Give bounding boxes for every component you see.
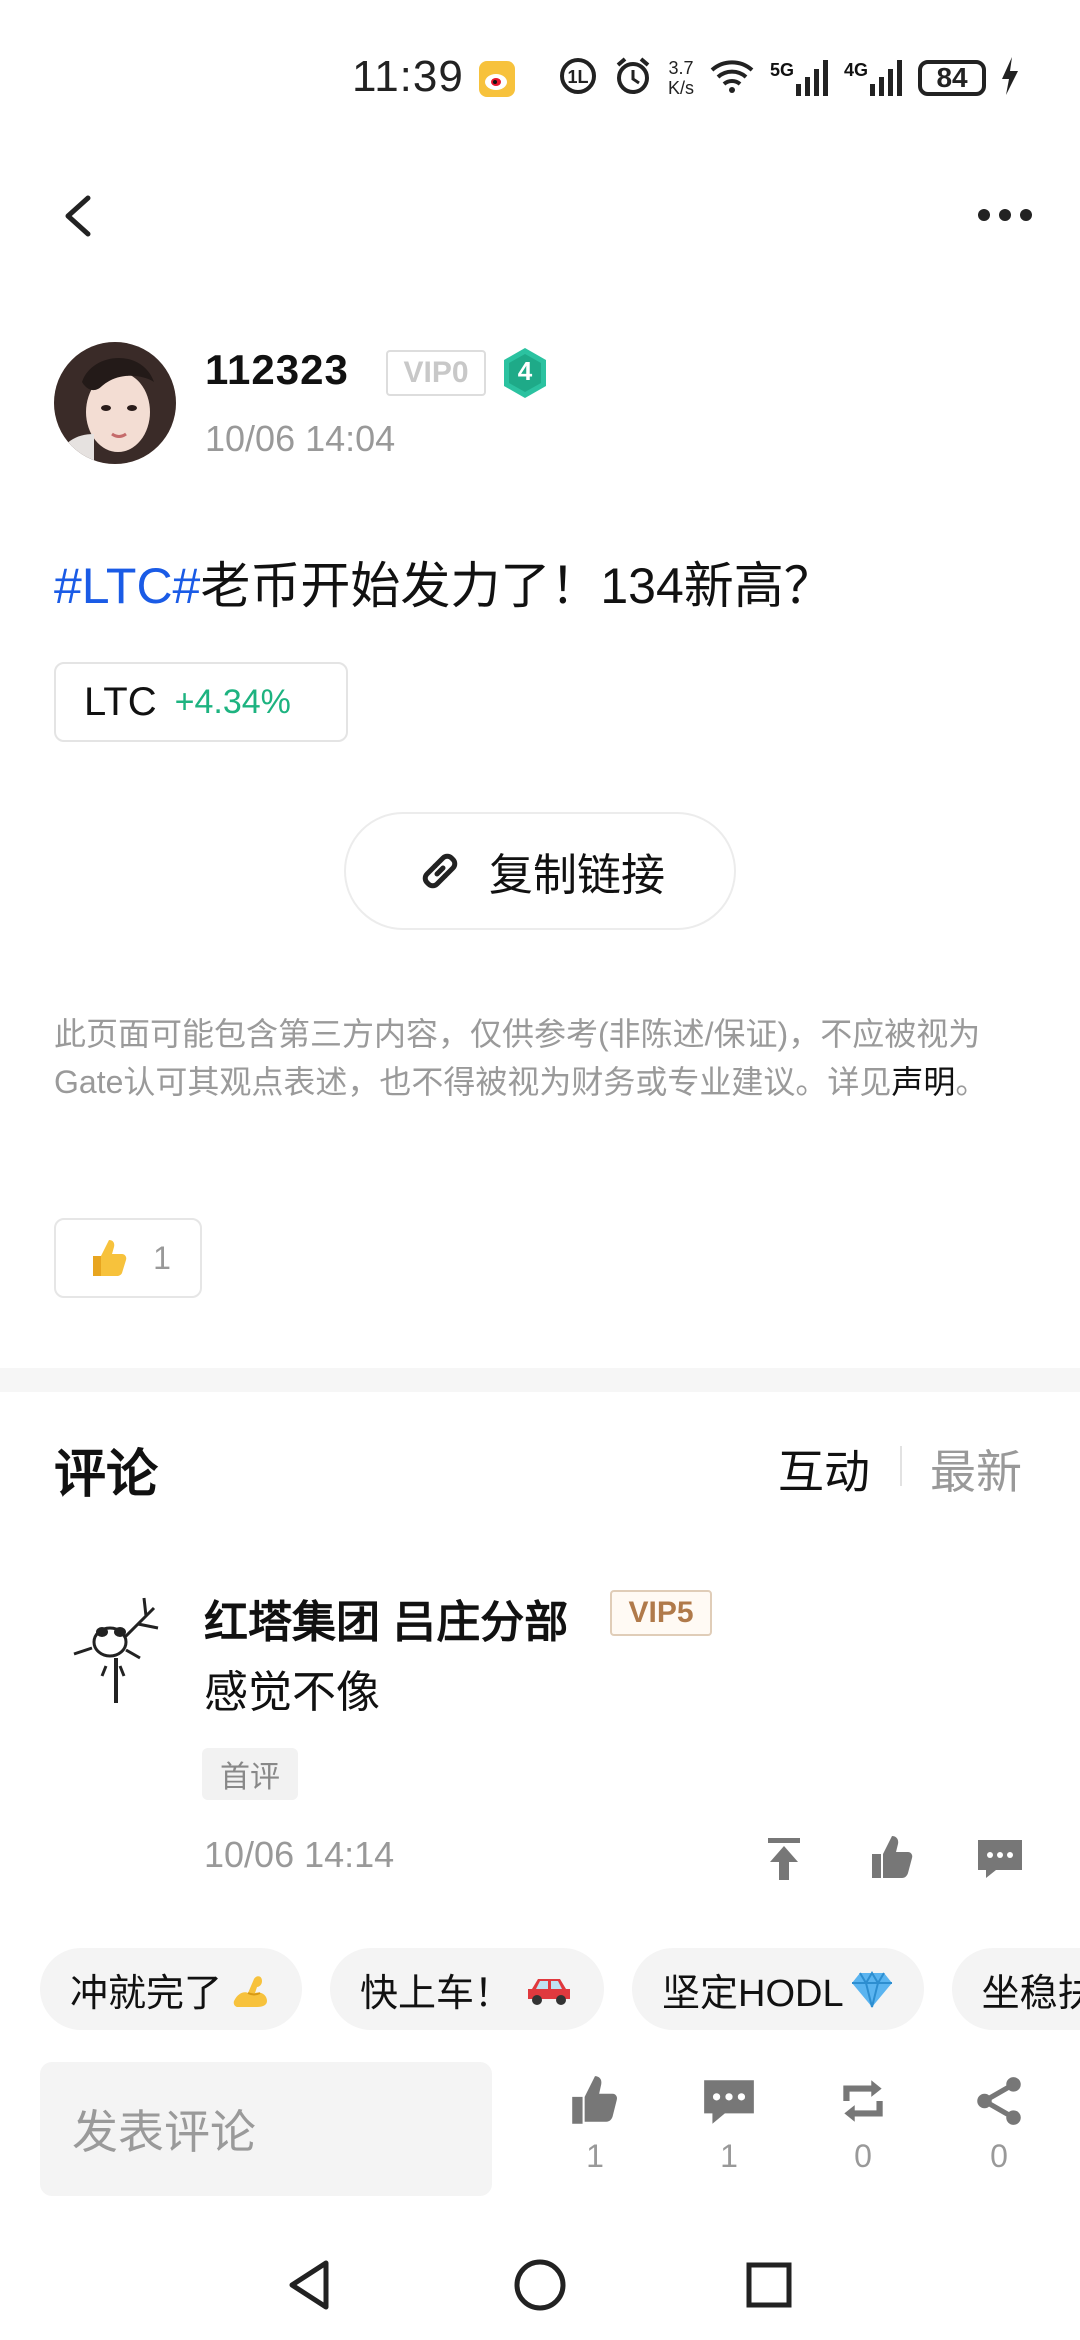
- more-button[interactable]: [970, 190, 1040, 240]
- signal-4g-icon: 4G: [844, 60, 904, 96]
- hd-call-icon: 1L: [558, 56, 598, 101]
- comment-input[interactable]: 发表评论: [40, 2062, 492, 2196]
- hashtag-link[interactable]: #LTC#: [54, 558, 200, 614]
- battery-indicator: 84: [918, 60, 987, 96]
- ticker-symbol: LTC: [84, 679, 157, 724]
- bar-share-count: 0: [990, 2138, 1008, 2174]
- post-content: #LTC#老币开始发力了！134新高？: [54, 546, 834, 618]
- author-avatar[interactable]: [54, 342, 176, 464]
- bar-like-button[interactable]: 1: [550, 2072, 640, 2192]
- bar-repost-button[interactable]: 0: [818, 2072, 908, 2192]
- quick-reply-label: 快上车！: [360, 1972, 513, 2015]
- nav-back-button[interactable]: [274, 2250, 344, 2320]
- thumbs-up-icon: [872, 1836, 913, 1878]
- disclaimer-link[interactable]: 声明: [891, 1064, 955, 1100]
- copy-link-button[interactable]: 复制链接: [344, 812, 736, 930]
- more-dots-icon: [978, 209, 1032, 221]
- section-divider: [0, 1368, 1080, 1392]
- sort-tab-hot[interactable]: 互动: [778, 1436, 870, 1502]
- nav-recents-icon: [746, 2262, 792, 2308]
- quick-reply-label: 坚定HODL: [662, 1972, 844, 2015]
- charging-icon: [1000, 56, 1020, 100]
- commenter-vip-badge: VIP5: [610, 1590, 712, 1636]
- back-button[interactable]: [50, 180, 110, 250]
- signal-4g-label: 4G: [844, 60, 869, 80]
- commenter-avatar[interactable]: [66, 1588, 176, 1708]
- disclaimer-text: 此页面可能包含第三方内容，仅供参考(非陈述/保证)，不应被视为Gate认可其观点…: [54, 1016, 981, 1100]
- link-icon: [422, 853, 458, 889]
- signal-5g-label: 5G: [770, 60, 795, 80]
- nav-home-button[interactable]: [505, 2250, 575, 2320]
- repost-icon: [843, 2080, 883, 2122]
- car-icon: [524, 1969, 574, 2009]
- battery-level: 84: [936, 62, 968, 93]
- first-comment-badge: 首评: [202, 1748, 298, 1800]
- nav-back-icon: [289, 2260, 329, 2310]
- status-bar: 11:39 1L 3.7 K/s 5G 4G 84: [0, 0, 1080, 150]
- net-speed: 3.7 K/s: [668, 58, 694, 98]
- quick-reply-chip[interactable]: 坚定HODL: [632, 1948, 924, 2030]
- wifi-icon: [708, 56, 756, 101]
- thumbs-up-icon: [572, 2076, 618, 2124]
- weibo-icon: [478, 60, 516, 98]
- post-like-count: 1: [153, 1239, 171, 1276]
- ticker-chip[interactable]: LTC +4.34%: [54, 662, 348, 742]
- copy-link-label: 复制链接: [489, 851, 665, 900]
- level-number: 4: [517, 356, 533, 386]
- quick-reply-label: 坐稳扶: [981, 1972, 1080, 2015]
- ticker-change: +4.34%: [174, 682, 291, 721]
- level-badge: 4: [500, 346, 550, 400]
- bar-like-count: 1: [586, 2138, 604, 2174]
- net-speed-unit: K/s: [668, 78, 695, 98]
- nav-recents-button[interactable]: [734, 2250, 804, 2320]
- pin-comment-button[interactable]: [756, 1830, 812, 1886]
- message-icon: [978, 1840, 1022, 1878]
- bar-share-button[interactable]: 0: [954, 2072, 1044, 2192]
- svg-text:1L: 1L: [567, 67, 588, 87]
- bar-repost-count: 0: [854, 2138, 872, 2174]
- pin-top-icon: [768, 1838, 800, 1880]
- status-icons: 1L 3.7 K/s 5G 4G 84: [558, 48, 1020, 108]
- message-icon: [704, 2080, 754, 2124]
- share-icon: [977, 2077, 1021, 2125]
- post-like-button[interactable]: 1: [54, 1218, 202, 1298]
- author-name[interactable]: 112323: [205, 346, 349, 394]
- post-body: 老币开始发力了！134新高？: [200, 558, 834, 614]
- post-time: 10/06 14:04: [205, 418, 396, 459]
- bar-comment-button[interactable]: 1: [684, 2072, 774, 2192]
- sort-divider: [900, 1446, 902, 1486]
- thumbs-up-emoji-icon: [93, 1240, 127, 1276]
- quick-reply-chip[interactable]: 坐稳扶: [951, 1948, 1080, 2030]
- signal-5g-icon: 5G: [770, 60, 830, 96]
- quick-reply-chip[interactable]: 快上车！: [330, 1948, 605, 2030]
- gem-icon: [850, 1969, 894, 2009]
- chevron-left-icon: [65, 195, 91, 237]
- comment-text: 感觉不像: [204, 1668, 380, 1717]
- flexed-biceps-icon: [228, 1967, 272, 2011]
- sort-tab-new[interactable]: 最新: [930, 1436, 1022, 1502]
- alarm-icon: [612, 55, 654, 102]
- disclaimer-end: 。: [955, 1064, 988, 1100]
- comments-title: 评论: [54, 1446, 159, 1504]
- reply-comment-button[interactable]: [972, 1830, 1028, 1886]
- quick-reply-chip[interactable]: 冲就完了: [40, 1948, 303, 2030]
- quick-replies: 冲就完了 快上车！ 坚定HODL 坐稳扶: [40, 1948, 1080, 2030]
- quick-reply-label: 冲就完了: [70, 1972, 223, 2015]
- nav-home-icon: [514, 2259, 566, 2311]
- comment-time: 10/06 14:14: [204, 1834, 395, 1875]
- net-speed-value: 3.7: [668, 58, 694, 78]
- commenter-name[interactable]: 红塔集团 吕庄分部: [204, 1586, 568, 1650]
- comment-input-placeholder: 发表评论: [72, 2106, 256, 2158]
- bar-comment-count: 1: [720, 2138, 738, 2174]
- disclaimer: 此页面可能包含第三方内容，仅供参考(非陈述/保证)，不应被视为Gate认可其观点…: [54, 1010, 1034, 1106]
- status-time: 11:39: [352, 52, 464, 101]
- author-vip-badge: VIP0: [386, 350, 486, 396]
- comment-like-button[interactable]: [864, 1830, 920, 1886]
